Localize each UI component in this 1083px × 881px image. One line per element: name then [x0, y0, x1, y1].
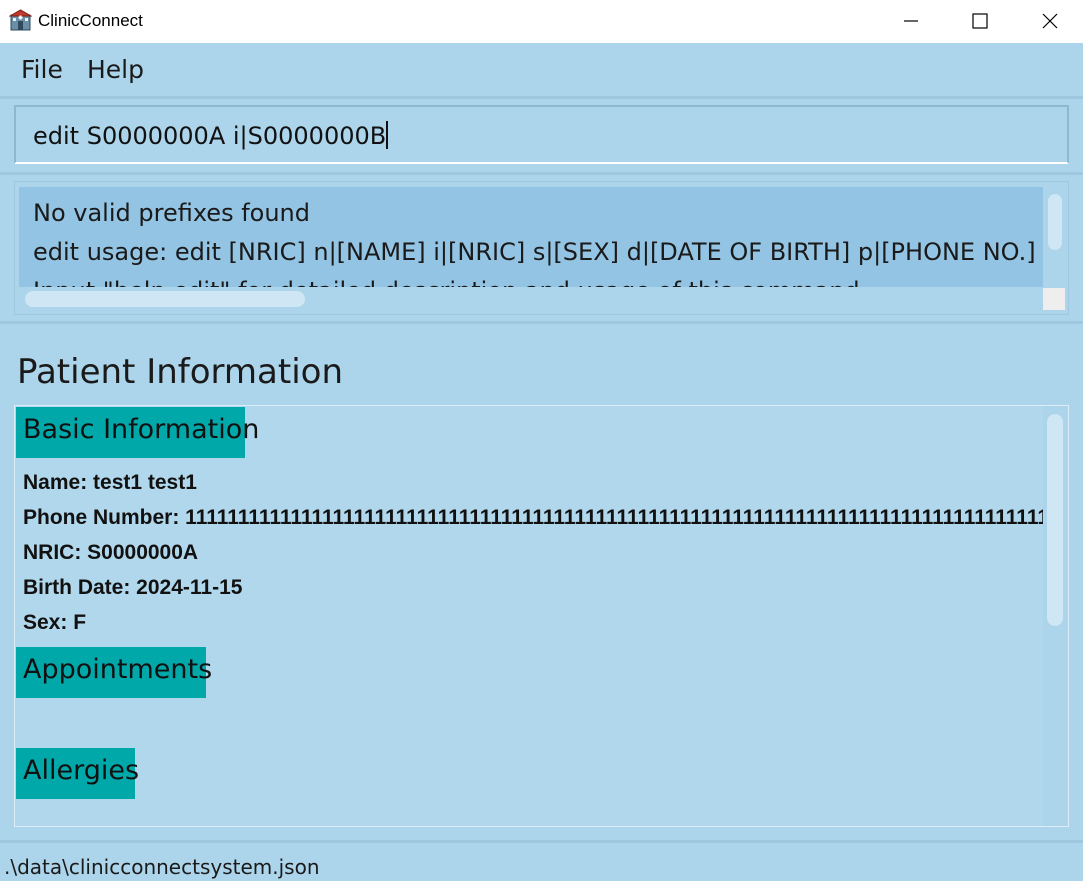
menu-help[interactable]: Help [87, 55, 144, 84]
divider [0, 172, 1083, 175]
menu-bar: File Help [0, 43, 1083, 96]
patient-information-title: Patient Information [17, 352, 344, 392]
result-message: No valid prefixes found [33, 199, 310, 227]
clinic-building-icon [8, 9, 33, 32]
close-icon [1042, 13, 1058, 29]
minimize-icon [904, 20, 918, 22]
status-bar: .\data\clinicconnectsystem.json [0, 843, 1083, 881]
menu-file[interactable]: File [21, 55, 63, 84]
divider [0, 96, 1083, 99]
maximize-button[interactable] [957, 0, 1003, 43]
patient-vertical-scroll-thumb[interactable] [1047, 414, 1063, 626]
command-input-value: edit S0000000A i|S0000000B [33, 121, 389, 150]
patient-phone: Phone Number: 11111111111111111111111111… [23, 506, 1043, 529]
result-text-area: No valid prefixes found edit usage: edit… [19, 187, 1043, 287]
appointments-header: Appointments [16, 647, 212, 698]
result-usage: edit usage: edit [NRIC] n|[NAME] i|[NRIC… [33, 238, 1043, 266]
window-title: ClinicConnect [38, 11, 143, 30]
close-button[interactable] [1027, 0, 1073, 43]
patient-information-panel[interactable]: Basic Information Name: test1 test1 Phon… [14, 405, 1069, 827]
basic-information-header: Basic Information [16, 407, 259, 458]
scroll-corner [1043, 288, 1065, 310]
patient-sex: Sex: F [23, 611, 87, 634]
patient-birth-date: Birth Date: 2024-11-15 [23, 576, 243, 599]
divider [0, 321, 1083, 324]
allergies-header: Allergies [16, 748, 139, 799]
result-help-hint: Input "help edit" for detailed descripti… [33, 277, 860, 287]
minimize-button[interactable] [888, 0, 934, 43]
patient-nric: NRIC: S0000000A [23, 541, 199, 564]
command-input[interactable]: edit S0000000A i|S0000000B [14, 105, 1069, 164]
patient-details: Basic Information Name: test1 test1 Phon… [15, 406, 1043, 826]
data-file-path: .\data\clinicconnectsystem.json [4, 855, 320, 879]
title-bar: ClinicConnect [0, 0, 1083, 43]
text-caret [386, 121, 389, 149]
result-horizontal-scroll-thumb[interactable] [25, 291, 305, 307]
patient-name: Name: test1 test1 [23, 471, 197, 494]
result-display[interactable]: No valid prefixes found edit usage: edit… [14, 181, 1069, 315]
result-vertical-scroll-thumb[interactable] [1048, 194, 1062, 250]
maximize-icon [972, 13, 988, 29]
